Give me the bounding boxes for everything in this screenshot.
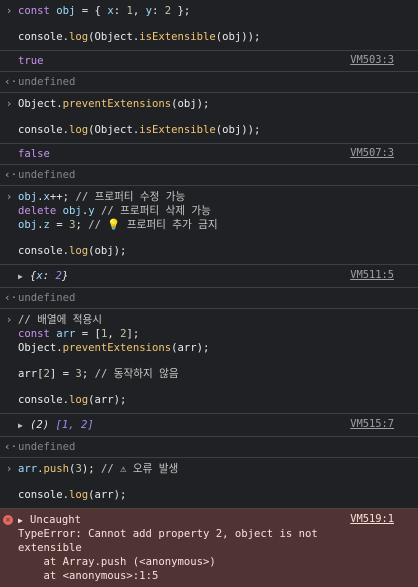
console-input-entry[interactable]: › Object.preventExtensions(obj); console… (0, 93, 418, 144)
console-result-entry: ‹· undefined (0, 288, 418, 309)
console-log-entry[interactable]: ▶ {x: 2} VM511:5 (0, 265, 418, 288)
console-input-entry[interactable]: › arr.push(3); // ⚠ 오류 발생 console.log(ar… (0, 458, 418, 508)
chevron-right-icon: › (5, 190, 13, 203)
devtools-console: › const obj = { x: 1, y: 2 }; console.lo… (0, 0, 418, 587)
source-link[interactable]: VM507:3 (350, 147, 394, 159)
code-line: console.log(obj); (18, 245, 127, 257)
error-circle-icon: ✕ (3, 515, 13, 525)
code-line: console.log(Object.isExtensible(obj)); (18, 31, 261, 43)
chevron-right-icon: › (5, 97, 13, 110)
console-error-entry[interactable]: ✕ ▶ Uncaught TypeError: Cannot add proper… (0, 508, 418, 587)
triangle-right-icon[interactable]: ▶ (18, 270, 30, 284)
code-line: // 배열에 적용시 (18, 314, 102, 326)
chevron-right-icon: › (5, 313, 13, 326)
error-message: TypeError: Cannot add property 2, object… (18, 528, 318, 582)
code-line: arr[2] = 3; // 동작하지 않음 (18, 368, 179, 380)
code-line: Object.preventExtensions(arr); (18, 342, 210, 354)
source-link[interactable]: VM519:1 (350, 513, 394, 525)
return-arrow-icon: ‹· (4, 75, 18, 88)
log-value: true (18, 55, 44, 67)
code-line: Object.preventExtensions(obj); (18, 98, 210, 110)
code-line: arr.push(3); // ⚠ 오류 발생 (18, 463, 179, 475)
result-value: undefined (18, 441, 76, 453)
source-link[interactable]: VM515:7 (350, 418, 394, 430)
code-line: const obj = { x: 1, y: 2 }; (18, 5, 191, 17)
code-line: console.log(arr); (18, 489, 127, 501)
return-arrow-icon: ‹· (4, 440, 18, 453)
source-link[interactable]: VM503:3 (350, 54, 394, 66)
console-log-entry: true VM503:3 (0, 51, 418, 72)
result-value: undefined (18, 292, 76, 304)
return-arrow-icon: ‹· (4, 291, 18, 304)
chevron-right-icon: › (5, 462, 13, 475)
return-arrow-icon: ‹· (4, 168, 18, 181)
console-log-entry: false VM507:3 (0, 144, 418, 165)
code-line: console.log(Object.isExtensible(obj)); (18, 124, 261, 136)
source-link[interactable]: VM511:5 (350, 269, 394, 281)
error-label: Uncaught (30, 514, 82, 526)
console-result-entry: ‹· undefined (0, 437, 418, 458)
result-value: undefined (18, 76, 76, 88)
log-value: false (18, 148, 50, 160)
triangle-right-icon[interactable]: ▶ (18, 419, 30, 433)
console-result-entry: ‹· undefined (0, 72, 418, 93)
console-result-entry: ‹· undefined (0, 165, 418, 186)
code-line: const arr = [1, 2]; (18, 328, 140, 340)
console-log-entry[interactable]: ▶ (2) [1, 2] VM515:7 (0, 414, 418, 437)
console-input-entry[interactable]: › // 배열에 적용시 const arr = [1, 2]; Object.… (0, 309, 418, 414)
console-input-entry[interactable]: › obj.x++; // 프로퍼티 수정 가능 delete obj.y //… (0, 186, 418, 265)
code-line: obj.x++; // 프로퍼티 수정 가능 (18, 191, 186, 203)
result-value: undefined (18, 169, 76, 181)
triangle-right-icon[interactable]: ▶ (18, 514, 30, 528)
chevron-right-icon: › (5, 4, 13, 17)
console-input-entry[interactable]: › const obj = { x: 1, y: 2 }; console.lo… (0, 0, 418, 51)
code-line: obj.z = 3; // 💡 프로퍼티 추가 금지 (18, 219, 218, 231)
code-line: delete obj.y // 프로퍼티 삭제 가능 (18, 205, 211, 217)
code-line: console.log(arr); (18, 394, 127, 406)
